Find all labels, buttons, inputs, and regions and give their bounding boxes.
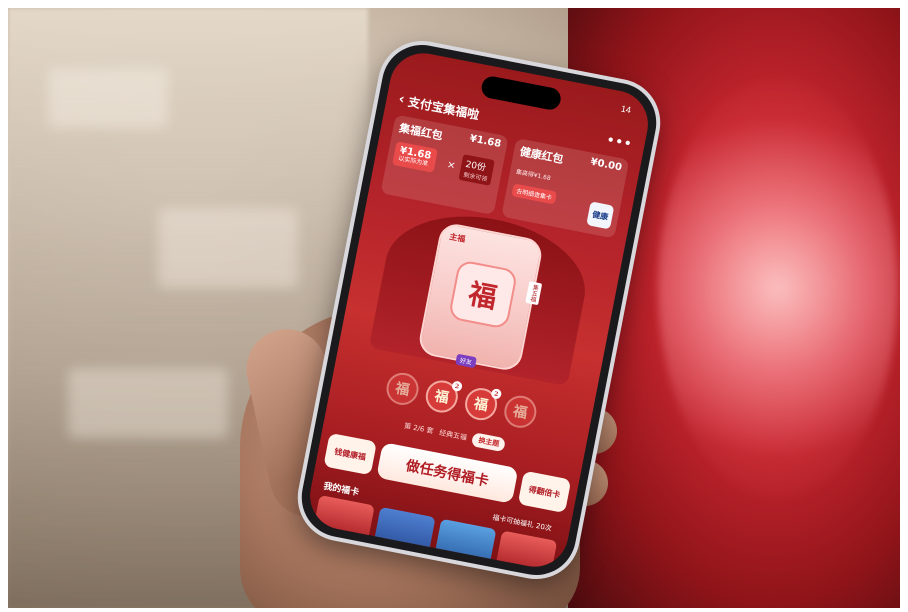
health-card-button[interactable]: 去明细查集卡: [511, 183, 558, 205]
card-thumbnail[interactable]: [494, 530, 558, 573]
fu-chip-count: 2: [490, 387, 503, 400]
health-fu-button[interactable]: 钱健康福: [323, 432, 377, 476]
fu-chip-glyph: 福: [511, 403, 529, 422]
health-card-sub: 集高得¥1.68: [515, 168, 552, 183]
background-blur-patch: [158, 208, 298, 288]
change-theme-button[interactable]: 换主题: [471, 432, 507, 453]
fu-chip[interactable]: 福 2: [423, 377, 463, 416]
fu-chip-glyph: 福: [472, 395, 490, 415]
fu-chip[interactable]: 福: [383, 370, 422, 408]
fu-chip-count: 2: [451, 380, 463, 393]
fu-card-tag: 主福: [448, 232, 467, 244]
background-blur-patch: [48, 68, 168, 128]
set-progress: 第 2/6 套: [403, 421, 435, 436]
fu-chip[interactable]: 福: [501, 392, 540, 431]
photo: 14 ‹ 支付宝集福啦 ••• 集福红包 ¥1.68 ¥1.68 以实际为准 ×…: [8, 8, 900, 608]
multiply-sign: ×: [446, 159, 457, 172]
jifu-count: 20份 剩余可领: [458, 154, 495, 186]
chevron-left-icon[interactable]: ‹: [397, 91, 406, 108]
jifu-mini-envelope: ¥1.68 以实际为准: [392, 141, 438, 173]
fu-card-badge: 好友: [455, 353, 477, 369]
more-icon[interactable]: •••: [606, 132, 634, 151]
background-blur-patch: [68, 368, 228, 438]
my-cards-label[interactable]: 我的福卡: [323, 478, 361, 498]
double-card-button[interactable]: 得翻倍卡: [517, 470, 572, 514]
set-name: 经典五福: [438, 428, 468, 442]
fu-chip[interactable]: 福 2: [462, 385, 503, 423]
fu-character-decoration: [658, 78, 898, 498]
fu-chip-glyph: 福: [433, 388, 451, 407]
health-app-icon[interactable]: 健康: [586, 201, 615, 230]
status-time: 14: [620, 103, 632, 116]
fu-glyph: 福: [447, 259, 519, 330]
fu-chip-glyph: 福: [393, 380, 411, 400]
